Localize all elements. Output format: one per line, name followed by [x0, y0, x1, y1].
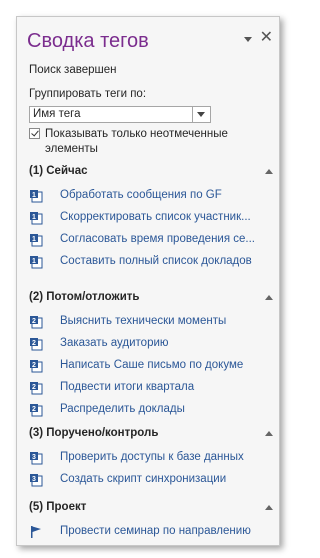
- tag-item-link[interactable]: Обработать сообщения по GF: [60, 189, 268, 201]
- svg-text:1: 1: [32, 192, 36, 199]
- tag-item-link[interactable]: Составить полный список докладов: [60, 255, 268, 267]
- svg-text:1: 1: [32, 236, 36, 243]
- svg-text:1: 1: [32, 214, 36, 221]
- priority-2-icon: 2: [30, 404, 43, 417]
- search-status: Поиск завершен: [29, 64, 117, 76]
- priority-1-icon: 1: [30, 234, 43, 247]
- collapse-caret-icon[interactable]: [265, 295, 273, 300]
- show-unchecked-label: Показывать только неотмеченные элементы: [45, 128, 228, 155]
- tag-section: (3) Поручено/контроль 3 Проверить доступы …: [29, 427, 273, 494]
- tag-item[interactable]: Провести семинар по направлению: [29, 524, 269, 542]
- tag-section: (5) Проект Провести семинар по направлени…: [29, 501, 273, 545]
- tag-item[interactable]: 2 Выяснить технически моменты: [29, 314, 269, 332]
- checkmark-icon: [31, 128, 39, 137]
- svg-text:2: 2: [32, 318, 36, 325]
- collapse-caret-icon[interactable]: [265, 505, 273, 510]
- tag-item[interactable]: 2 Подвести итоги квартала: [29, 380, 269, 398]
- tag-item-link[interactable]: Выяснить технически моменты: [60, 315, 268, 327]
- section-title: (5) Проект: [29, 501, 87, 513]
- tag-item[interactable]: 3 Создать скрипт синхронизации: [29, 472, 269, 490]
- tag-item[interactable]: 1 Составить полный список докладов: [29, 254, 269, 272]
- section-title: (1) Сейчас: [29, 165, 88, 177]
- priority-1-icon: 1: [30, 212, 43, 225]
- dropdown-button[interactable]: [192, 107, 210, 122]
- tag-item-link[interactable]: Заказать аудиторию: [60, 337, 268, 349]
- svg-text:3: 3: [32, 454, 36, 461]
- close-icon[interactable]: ✕: [260, 30, 273, 46]
- flag-tag-icon: [31, 526, 41, 538]
- tag-item[interactable]: 1 Обработать сообщения по GF: [29, 188, 269, 206]
- section-title: (2) Потом/отложить: [29, 291, 140, 303]
- tag-item[interactable]: 1 Согласовать время проведения се...: [29, 232, 269, 250]
- svg-text:1: 1: [32, 258, 36, 265]
- priority-1-icon: 1: [30, 190, 43, 203]
- group-by-select[interactable]: Имя тега: [29, 106, 211, 123]
- tag-item[interactable]: 2 Заказать аудиторию: [29, 336, 269, 354]
- tag-item-link[interactable]: Подвести итоги квартала: [60, 381, 268, 393]
- priority-3-icon: 3: [30, 452, 43, 465]
- tag-section: (1) Сейчас 1 Обработать сообщения по GF 1 Ск…: [29, 165, 273, 276]
- panel-options-icon[interactable]: [243, 36, 252, 42]
- section-title: (3) Поручено/контроль: [29, 427, 159, 439]
- priority-2-icon: 2: [30, 338, 43, 351]
- group-by-label: Группировать теги по:: [29, 88, 147, 100]
- svg-text:2: 2: [32, 406, 36, 413]
- chevron-down-icon: [197, 112, 205, 117]
- tag-item[interactable]: 2 Написать Саше письмо по докуме: [29, 358, 269, 376]
- priority-2-icon: 2: [30, 360, 43, 373]
- tag-item-link[interactable]: Создать скрипт синхронизации: [60, 473, 268, 485]
- tags-summary-panel: Сводка тегов ✕ Поиск завершен Группирова…: [16, 16, 280, 546]
- tag-item-link[interactable]: Проверить доступы к базе данных: [60, 451, 268, 463]
- collapse-caret-icon[interactable]: [265, 169, 273, 174]
- svg-text:2: 2: [32, 384, 36, 391]
- priority-1-icon: 1: [30, 256, 43, 269]
- tag-section: (2) Потом/отложить 2 Выяснить технически м…: [29, 291, 273, 424]
- tag-item[interactable]: 2 Распределить доклады: [29, 402, 269, 420]
- collapse-caret-icon[interactable]: [265, 431, 273, 436]
- tag-item-link[interactable]: Написать Саше письмо по докуме: [60, 359, 268, 371]
- priority-2-icon: 2: [30, 316, 43, 329]
- priority-2-icon: 2: [30, 382, 43, 395]
- svg-text:3: 3: [32, 476, 36, 483]
- show-unchecked-checkbox[interactable]: [29, 128, 40, 139]
- tag-item[interactable]: 3 Проверить доступы к базе данных: [29, 450, 269, 468]
- panel-title: Сводка тегов: [27, 30, 149, 52]
- tag-item-link[interactable]: Согласовать время проведения се...: [60, 233, 268, 245]
- tag-item-link[interactable]: Распределить доклады: [60, 403, 268, 415]
- priority-3-icon: 3: [30, 474, 43, 487]
- group-by-value: Имя тега: [33, 108, 81, 120]
- tag-item-link[interactable]: Провести семинар по направлению: [60, 525, 268, 537]
- svg-text:2: 2: [32, 340, 36, 347]
- tag-item[interactable]: 1 Скорректировать список участник...: [29, 210, 269, 228]
- svg-text:2: 2: [32, 362, 36, 369]
- tag-item-link[interactable]: Скорректировать список участник...: [60, 211, 268, 223]
